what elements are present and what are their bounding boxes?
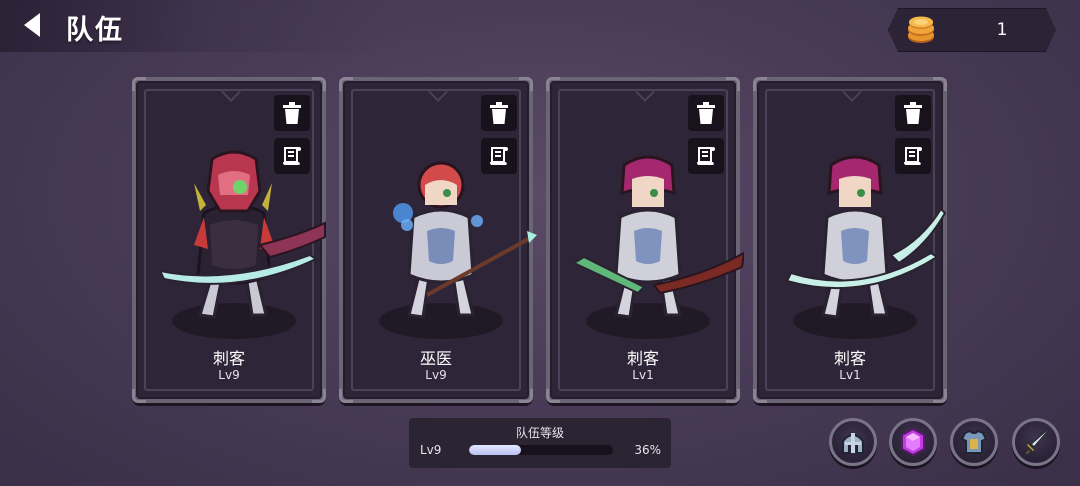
card-corner [933,77,947,91]
card-corner [312,77,326,91]
hero-name: 巫医 [419,349,452,368]
team-level-panel: 队伍等级 Lv9 36% [409,418,671,468]
hero-level: Lv1 [839,368,861,382]
card-corner [339,389,353,403]
delete-button[interactable] [895,95,931,131]
hero-card[interactable]: 刺客 Lv1 [753,77,947,403]
delete-button[interactable] [688,95,724,131]
trash-icon [904,102,922,124]
trash-icon [283,102,301,124]
gem-icon [901,427,925,457]
page-title: 队伍 [66,15,124,46]
hero-level: Lv9 [218,368,240,382]
gem-button[interactable] [889,418,937,466]
armor-button[interactable] [950,418,998,466]
trash-icon [490,102,508,124]
card-corner [753,389,767,403]
card-corner [132,389,146,403]
hero-card[interactable]: 刺客 Lv1 [546,77,746,403]
hero-name: 刺客 [626,349,659,368]
helmet-button[interactable] [829,418,877,466]
currency-value: 1 [996,20,1008,40]
header-bar [0,0,380,52]
card-corner [339,77,353,91]
team-level-value: Lv9 [420,443,442,457]
hero-portrait-assassin [781,145,951,345]
hero-portrait-witch-doctor [367,145,537,345]
hero-card[interactable]: 巫医 Lv9 [339,77,537,403]
sword-button[interactable] [1012,418,1060,466]
hero-level: Lv1 [632,368,654,382]
back-button[interactable] [18,10,48,40]
hero-name: 刺客 [212,349,245,368]
delete-button[interactable] [274,95,310,131]
currency-display: 1 [888,8,1056,52]
team-level-title: 队伍等级 [515,426,564,440]
card-corner [933,389,947,403]
trash-icon [697,102,715,124]
delete-button[interactable] [481,95,517,131]
team-level-percent: 36% [634,443,661,457]
coin-stack-icon [905,15,937,45]
hero-card[interactable]: 刺客 Lv9 [132,77,326,403]
hero-portrait-assassin [571,145,746,345]
card-corner [546,389,560,403]
armor-icon [960,429,988,454]
team-level-progress-fill [469,445,521,455]
hero-level: Lv9 [425,368,447,382]
card-corner [753,77,767,91]
helmet-icon [842,433,864,454]
card-corner [312,389,326,403]
card-corner [519,77,533,91]
card-corner [546,77,560,91]
card-corner [726,77,740,91]
back-arrow-icon [24,13,40,37]
hero-portrait-assassin [158,145,330,345]
sword-icon [1023,428,1050,457]
hero-name: 刺客 [833,349,866,368]
card-corner [726,389,740,403]
team-level-progress-bar [469,445,613,455]
card-corner [519,389,533,403]
card-corner [132,77,146,91]
